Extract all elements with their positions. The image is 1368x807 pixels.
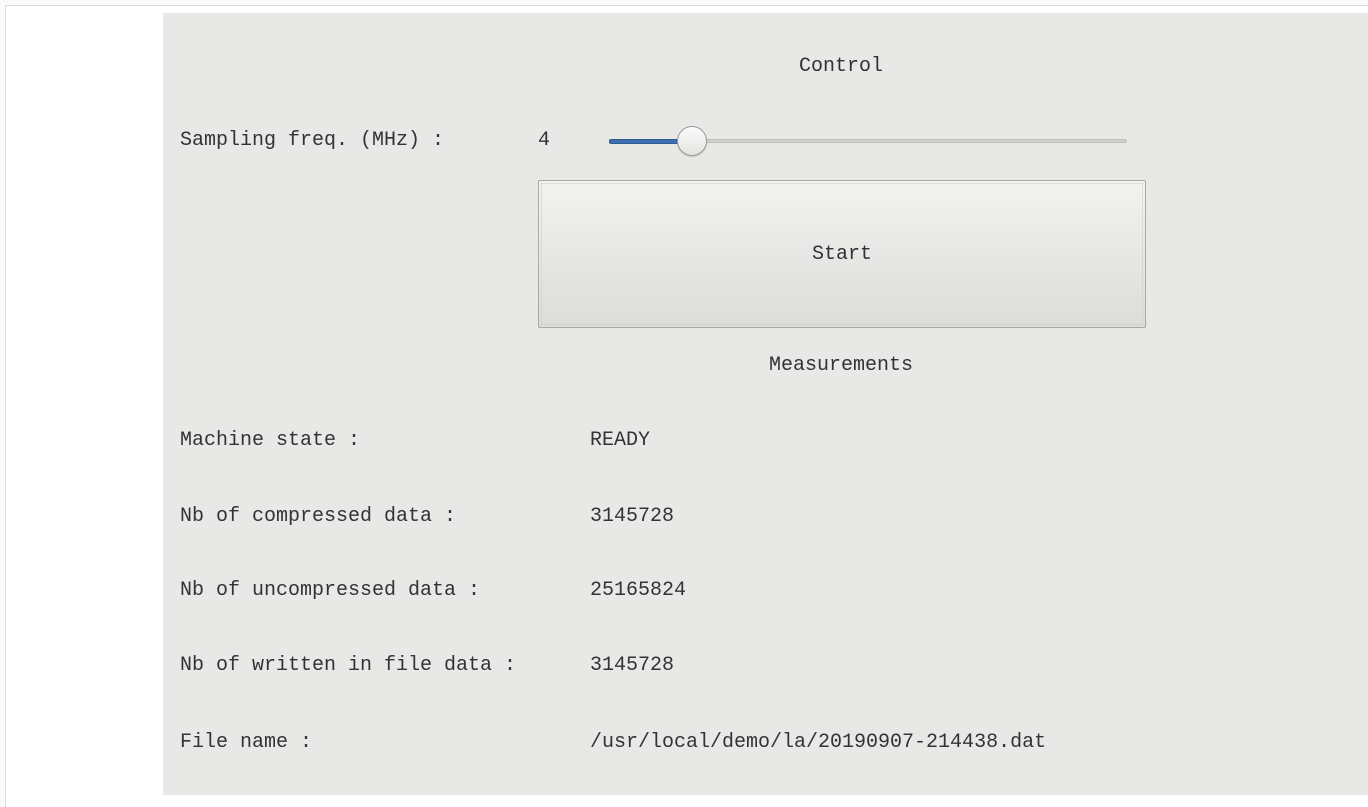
slider-handle[interactable] [677,126,707,156]
measurements-heading: Measurements [768,354,914,377]
machine-state-label: Machine state : [180,429,361,452]
start-button[interactable]: Start [538,180,1146,328]
compressed-data-label: Nb of compressed data : [180,505,457,528]
file-name-value: /usr/local/demo/la/20190907-214438.dat [590,731,1047,754]
written-file-data-value: 3145728 [590,654,675,677]
machine-state-value: READY [590,429,651,452]
compressed-data-value: 3145728 [590,505,675,528]
file-name-label: File name : [180,731,313,754]
uncompressed-data-label: Nb of uncompressed data : [180,579,481,602]
written-file-data-label: Nb of written in file data : [180,654,517,677]
control-heading: Control [798,55,884,78]
sampling-freq-value: 4 [538,129,551,152]
sampling-freq-label: Sampling freq. (MHz) : [180,129,445,152]
uncompressed-data-value: 25165824 [590,579,687,602]
sampling-freq-slider[interactable] [609,126,1127,156]
